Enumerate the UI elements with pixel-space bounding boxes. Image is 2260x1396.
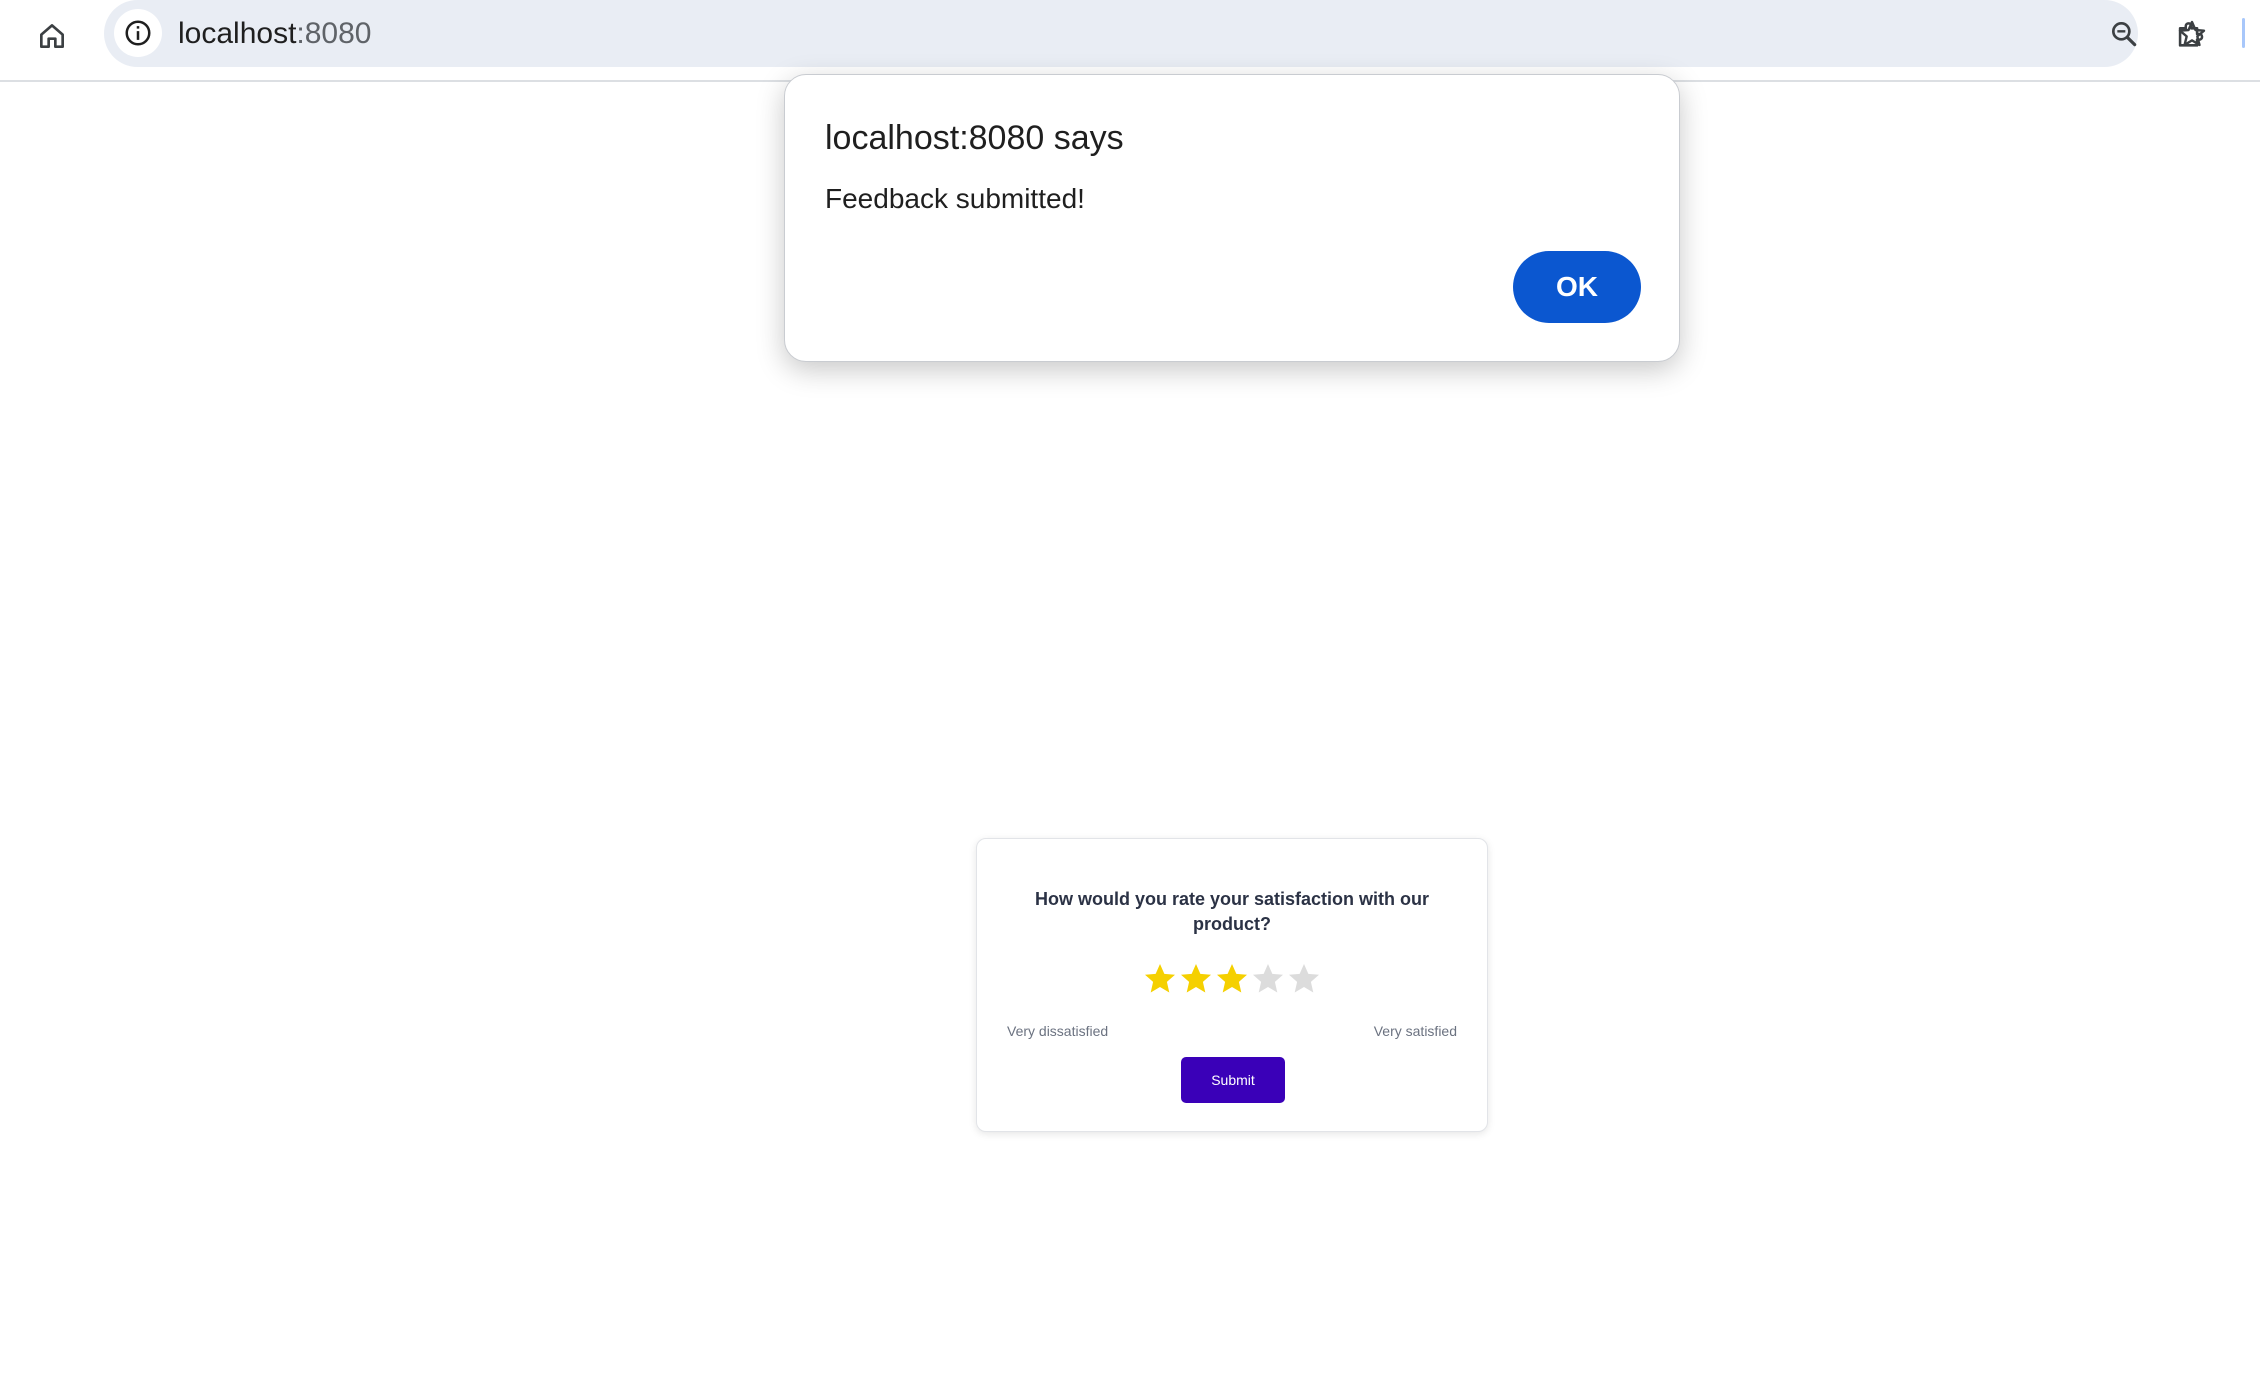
- star-2[interactable]: [1178, 957, 1214, 1001]
- alert-title: localhost:8080 says: [825, 119, 1124, 157]
- alert-message: Feedback submitted!: [825, 183, 1085, 214]
- extensions-icon: [2178, 22, 2204, 47]
- browser-toolbar: localhost:8080: [0, 0, 2260, 82]
- home-button[interactable]: [28, 12, 76, 60]
- alert-dialog: localhost:8080 says Feedback submitted! …: [784, 74, 1680, 362]
- star-icon: [1145, 964, 1175, 993]
- star-3[interactable]: [1214, 957, 1250, 1001]
- survey-question: How would you rate your satisfaction wit…: [1034, 889, 1430, 934]
- star-icon: [1253, 964, 1283, 993]
- star-icon: [1217, 964, 1247, 993]
- star-4[interactable]: [1250, 957, 1286, 1001]
- url-text[interactable]: localhost:8080: [178, 14, 371, 54]
- star-5[interactable]: [1286, 957, 1322, 1001]
- star-icon: [1289, 964, 1319, 993]
- site-info-button[interactable]: [114, 9, 162, 57]
- ok-button[interactable]: OK: [1513, 251, 1641, 323]
- home-icon: [40, 24, 64, 48]
- address-bar[interactable]: localhost:8080: [104, 0, 2206, 67]
- extensions-button[interactable]: [2166, 10, 2214, 58]
- star-icon: [1181, 964, 1211, 993]
- star-1[interactable]: [1142, 957, 1178, 1001]
- submit-button[interactable]: Submit: [1181, 1057, 1285, 1103]
- star-rating: [1142, 957, 1322, 1005]
- site-info-icon: [125, 20, 151, 46]
- zoom-icon: [2112, 22, 2137, 47]
- zoom-button[interactable]: [2100, 10, 2148, 58]
- url-host: localhost: [178, 17, 297, 50]
- toolbar-edge-indicator: [2242, 18, 2245, 48]
- feedback-card: How would you rate your satisfaction wit…: [976, 838, 1488, 1132]
- scale-high-label: Very satisfied: [1373, 1023, 1457, 1039]
- scale-low-label: Very dissatisfied: [1007, 1023, 1109, 1039]
- url-port: :8080: [296, 17, 372, 50]
